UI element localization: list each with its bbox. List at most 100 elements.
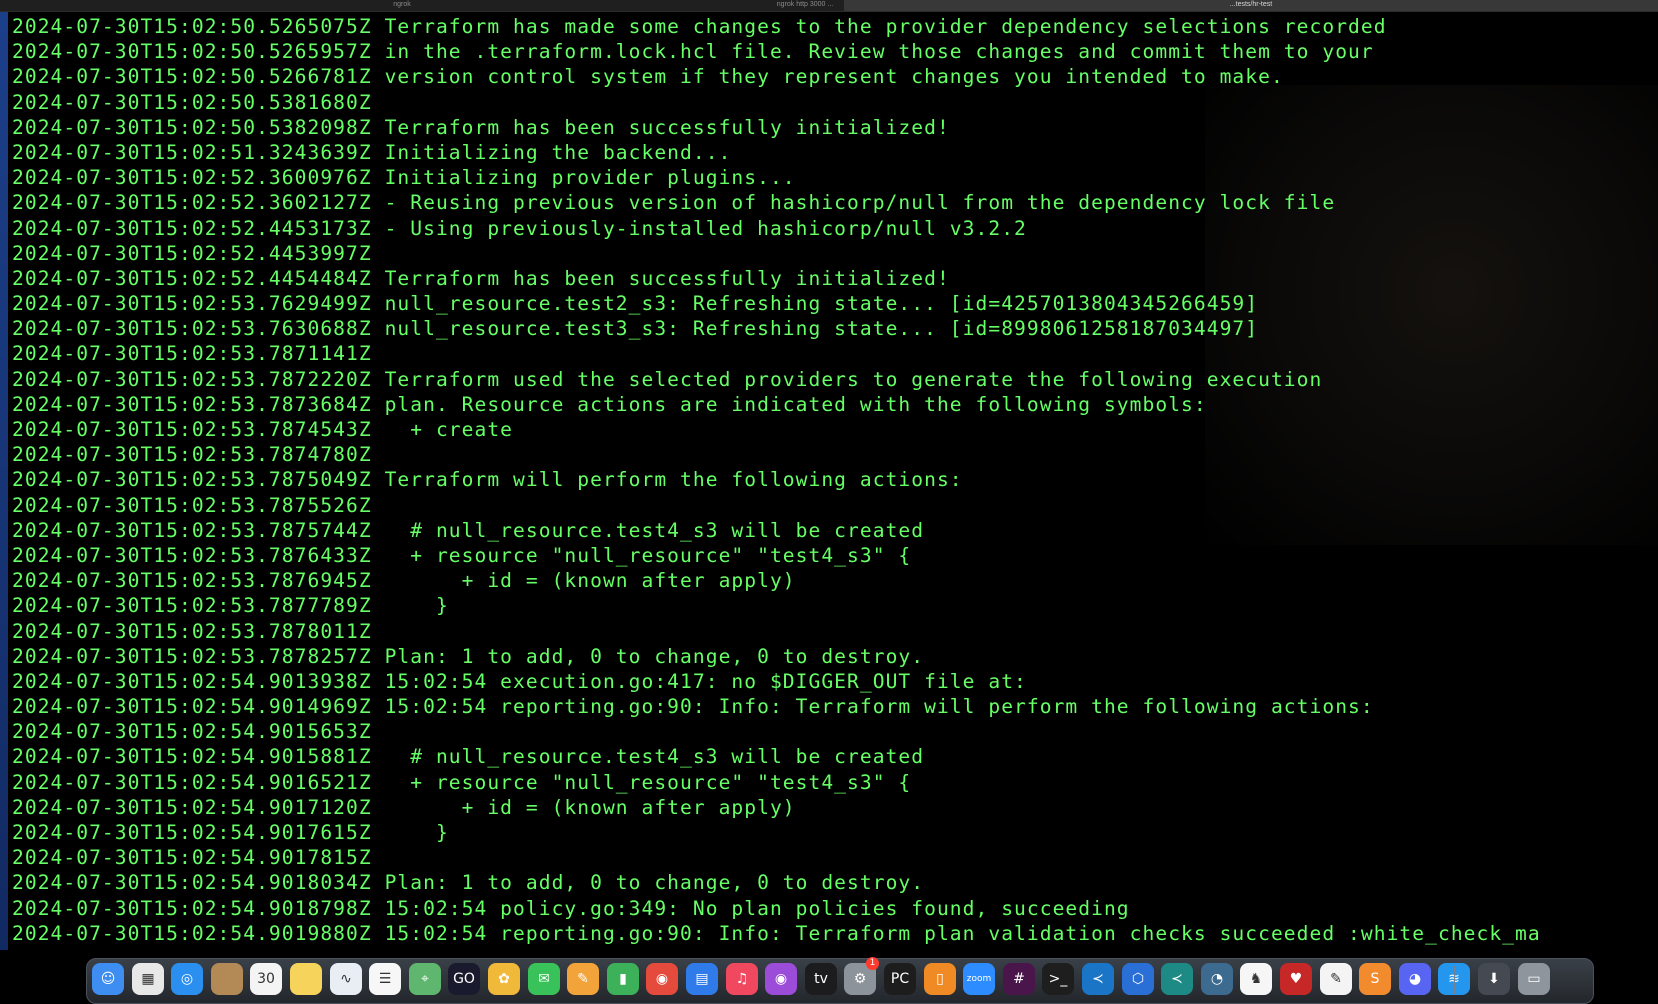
zoom-icon[interactable]: zoom — [963, 963, 995, 995]
log-line: 2024-07-30T15:02:53.7877789Z } — [12, 593, 1658, 618]
safari-icon[interactable]: ◎ — [171, 963, 203, 995]
sublime-icon[interactable]: S — [1359, 963, 1391, 995]
log-line: 2024-07-30T15:02:53.7875049Z Terraform w… — [12, 467, 1658, 492]
reminders-icon[interactable]: ☰ — [369, 963, 401, 995]
reminders-glyph: ☰ — [378, 971, 392, 987]
log-message: in the .terraform.lock.hcl file. Review … — [384, 40, 1374, 64]
terminal-icon[interactable]: >_ — [1042, 963, 1074, 995]
appletv-icon[interactable]: tv — [805, 963, 837, 995]
finder-icon[interactable]: ☺ — [92, 963, 124, 995]
log-message: + id = (known after apply) — [384, 795, 796, 819]
log-timestamp: 2024-07-30T15:02:53.7874543Z — [12, 418, 372, 441]
messages-glyph: ✉ — [538, 971, 550, 987]
log-line: 2024-07-30T15:02:54.9017120Z + id = (kno… — [12, 795, 1658, 820]
log-line: 2024-07-30T15:02:54.9017615Z } — [12, 820, 1658, 845]
log-timestamp: 2024-07-30T15:02:54.9017615Z — [12, 821, 372, 844]
downloads-glyph: ⬇ — [1488, 971, 1500, 987]
log-message: 15:02:54 execution.go:417: no $DIGGER_OU… — [384, 669, 1027, 693]
log-timestamp: 2024-07-30T15:02:53.7630688Z — [12, 317, 372, 341]
log-message: Initializing provider plugins... — [384, 166, 796, 190]
vscode-insiders-icon[interactable]: ≺ — [1161, 963, 1193, 995]
log-message: + id = (known after apply) — [384, 569, 796, 593]
sourcetree-icon[interactable]: ⬡ — [1122, 963, 1154, 995]
photos-icon[interactable]: ✿ — [488, 963, 520, 995]
numbers-glyph: ▮ — [619, 971, 627, 987]
vscode-icon[interactable]: ≺ — [1082, 963, 1114, 995]
tableplus-icon[interactable]: ♞ — [1240, 963, 1272, 995]
calendar-icon[interactable]: 30 — [250, 963, 282, 995]
log-line: 2024-07-30T15:02:50.5265957Z in the .ter… — [12, 39, 1658, 64]
log-message: + create — [384, 418, 514, 441]
log-timestamp: 2024-07-30T15:02:53.7874780Z — [12, 443, 372, 467]
textedit-icon[interactable]: ✎ — [1320, 963, 1352, 995]
log-message: 15:02:54 reporting.go:90: Info: Terrafor… — [384, 695, 1374, 719]
launchpad-glyph: ▦ — [141, 971, 155, 987]
maps-icon[interactable]: ⌖ — [409, 963, 441, 995]
log-timestamp: 2024-07-30T15:02:50.5266781Z — [12, 65, 372, 89]
calendar-glyph: 30 — [257, 971, 275, 987]
trash-icon[interactable]: ▭ — [1518, 963, 1550, 995]
dbeaver-icon[interactable]: ◔ — [1201, 963, 1233, 995]
log-message: Terraform used the selected providers to… — [384, 367, 1323, 391]
shield-app-icon[interactable]: ♥ — [1280, 963, 1312, 995]
log-timestamp: 2024-07-30T15:02:54.9017120Z — [12, 795, 372, 819]
log-message: + resource "null_resource" "test4_s3" { — [384, 543, 912, 567]
log-timestamp: 2024-07-30T15:02:52.4453173Z — [12, 216, 372, 240]
log-timestamp: 2024-07-30T15:02:53.7875526Z — [12, 493, 372, 517]
log-line: 2024-07-30T15:02:52.3600976Z Initializin… — [12, 165, 1658, 190]
log-message: null_resource.test2_s3: Refreshing state… — [384, 292, 1259, 316]
desktop-wallpaper-edge — [0, 12, 8, 950]
log-timestamp: 2024-07-30T15:02:53.7873684Z — [12, 392, 372, 416]
log-line: 2024-07-30T15:02:50.5381680Z — [12, 90, 1658, 115]
pycharm-icon[interactable]: PC — [884, 963, 916, 995]
log-line: 2024-07-30T15:02:53.7875526Z — [12, 493, 1658, 518]
log-timestamp: 2024-07-30T15:02:53.7875049Z — [12, 468, 372, 492]
chrome-icon[interactable]: ◉ — [646, 963, 678, 995]
log-line: 2024-07-30T15:02:54.9015653Z — [12, 719, 1658, 744]
appletv-glyph: tv — [814, 971, 828, 987]
log-message: null_resource.test3_s3: Refreshing state… — [384, 317, 1259, 341]
tab-tests-hr-test[interactable]: ...tests/hr-test — [844, 0, 1658, 11]
log-timestamp: 2024-07-30T15:02:54.9019880Z — [12, 921, 372, 945]
pycharm-glyph: PC — [890, 971, 910, 987]
freeform-icon[interactable]: ∿ — [330, 963, 362, 995]
chrome-glyph: ◉ — [655, 971, 669, 987]
slack-icon[interactable]: # — [1003, 963, 1035, 995]
log-timestamp: 2024-07-30T15:02:53.7875744Z — [12, 518, 372, 542]
log-line: 2024-07-30T15:02:53.7875744Z # null_reso… — [12, 518, 1658, 543]
launchpad-icon[interactable]: ▦ — [132, 963, 164, 995]
log-line: 2024-07-30T15:02:51.3243639Z Initializin… — [12, 140, 1658, 165]
keynote-icon[interactable]: ▤ — [686, 963, 718, 995]
folder-icon[interactable] — [211, 963, 243, 995]
zoom-glyph: zoom — [966, 974, 992, 984]
downloads-icon[interactable]: ⬇ — [1478, 963, 1510, 995]
log-line: 2024-07-30T15:02:52.4453997Z — [12, 241, 1658, 266]
log-timestamp: 2024-07-30T15:02:50.5265075Z — [12, 15, 372, 38]
numbers-icon[interactable]: ▮ — [607, 963, 639, 995]
notes-icon[interactable] — [290, 963, 322, 995]
shield-app-glyph: ♥ — [1289, 971, 1303, 987]
terminal-output[interactable]: 2024-07-30T15:02:50.5265075Z Terraform h… — [12, 14, 1658, 948]
music-icon[interactable]: ♫ — [726, 963, 758, 995]
goland-glyph: GO — [453, 971, 475, 987]
goland-icon[interactable]: GO — [448, 963, 480, 995]
log-line: 2024-07-30T15:02:52.3602127Z - Reusing p… — [12, 190, 1658, 215]
books-icon[interactable]: ▯ — [924, 963, 956, 995]
log-message: # null_resource.test4_s3 will be created — [384, 745, 925, 769]
log-timestamp: 2024-07-30T15:02:50.5265957Z — [12, 40, 372, 64]
log-message: } — [384, 594, 449, 618]
tab-ngrok[interactable]: ngrok — [0, 0, 804, 11]
log-line: 2024-07-30T15:02:53.7872220Z Terraform u… — [12, 367, 1658, 392]
log-line: 2024-07-30T15:02:54.9013938Z 15:02:54 ex… — [12, 669, 1658, 694]
discord-icon[interactable]: ◕ — [1399, 963, 1431, 995]
log-line: 2024-07-30T15:02:53.7874780Z — [12, 442, 1658, 467]
log-message: Terraform has made some changes to the p… — [384, 15, 1387, 38]
podcasts-icon[interactable]: ◉ — [765, 963, 797, 995]
messages-icon[interactable]: ✉ — [528, 963, 560, 995]
pages-icon[interactable]: ✎ — [567, 963, 599, 995]
log-timestamp: 2024-07-30T15:02:53.7876945Z — [12, 569, 372, 593]
log-line: 2024-07-30T15:02:53.7876433Z + resource … — [12, 543, 1658, 568]
tableplus-glyph: ♞ — [1249, 971, 1263, 987]
log-line: 2024-07-30T15:02:54.9019880Z 15:02:54 re… — [12, 921, 1658, 946]
log-message: + resource "null_resource" "test4_s3" { — [384, 770, 912, 794]
